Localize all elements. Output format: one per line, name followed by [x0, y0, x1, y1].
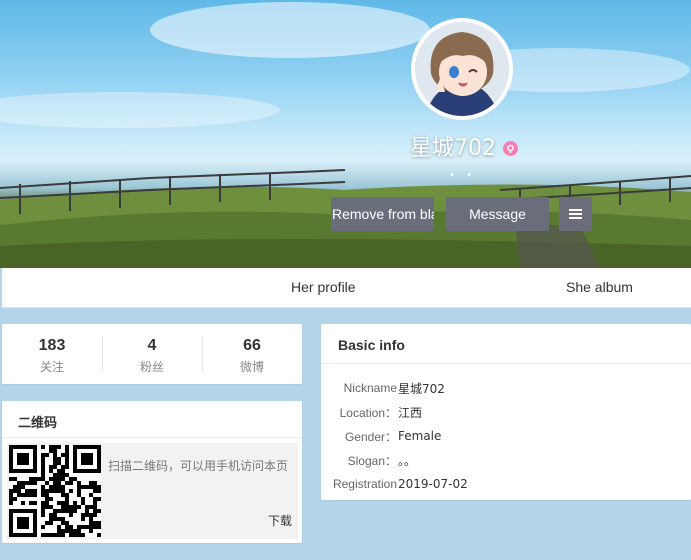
info-label: Gender： [344, 429, 397, 444]
following-count[interactable]: 183 关注 [2, 324, 102, 384]
info-row-gender: Gender： Female [321, 424, 691, 448]
count-label: 粉丝 [139, 360, 164, 374]
weibo-count[interactable]: 66 微博 [202, 324, 302, 384]
basic-info-card: Basic info Nickname 星城702 Location： 江西 G… [321, 324, 691, 500]
qr-code-image [9, 445, 101, 537]
qr-code-card: 二维码 扫描二维码，可以用手机访问本页 下载 [2, 401, 302, 543]
info-row-slogan: Slogan： 。。 [321, 448, 691, 472]
basic-info-title: Basic info [321, 324, 691, 364]
remove-from-blacklist-label: Remove from blacklist [332, 206, 434, 222]
info-value: 江西 [398, 405, 423, 420]
profile-nickname: 星城702 [410, 136, 496, 161]
info-value: Female [398, 429, 442, 443]
stats-card: 183 关注 4 粉丝 66 微博 [2, 324, 302, 384]
count-label: 关注 [39, 360, 64, 374]
message-button[interactable]: Message [446, 197, 549, 231]
qr-card-title: 二维码 [2, 401, 302, 438]
more-menu-button[interactable] [559, 197, 592, 231]
count-label: 微博 [239, 360, 264, 374]
remove-from-blacklist-button[interactable]: Remove from blacklist [331, 197, 434, 231]
profile-tabs: Her profile She album [2, 268, 691, 308]
info-value: 。。 [398, 453, 417, 468]
message-label: Message [469, 206, 526, 222]
hamburger-menu-icon [569, 209, 582, 219]
count-value: 66 [243, 337, 261, 354]
info-value: 2019-07-02 [398, 477, 468, 491]
avatar-image [415, 22, 509, 116]
count-value: 183 [38, 337, 66, 354]
nickname-row: 星城702 [410, 131, 518, 161]
followers-count[interactable]: 4 粉丝 [102, 324, 202, 384]
info-label: Registration [332, 477, 397, 491]
info-row-nickname: Nickname 星城702 [321, 376, 691, 400]
info-label: Location： [339, 405, 397, 420]
info-label: Slogan： [347, 453, 397, 468]
count-value: 4 [147, 337, 157, 354]
avatar[interactable] [411, 18, 513, 120]
tab-her-profile[interactable]: Her profile [291, 279, 356, 295]
qr-hint: 扫描二维码，可以用手机访问本页 [108, 459, 289, 473]
qr-body: 扫描二维码，可以用手机访问本页 下载 [7, 443, 298, 539]
info-value: 星城702 [398, 381, 445, 396]
female-gender-icon [503, 140, 518, 156]
qr-download-link[interactable]: 下载 [268, 512, 292, 529]
info-row-location: Location： 江西 [321, 400, 691, 424]
info-label: Nickname [343, 381, 397, 395]
basic-info-list: Nickname 星城702 Location： 江西 Gender： Fema… [321, 376, 691, 496]
profile-dots: • • [449, 170, 476, 181]
info-row-registration: Registration 2019-07-02 [321, 472, 691, 496]
tab-she-album[interactable]: She album [566, 279, 633, 295]
